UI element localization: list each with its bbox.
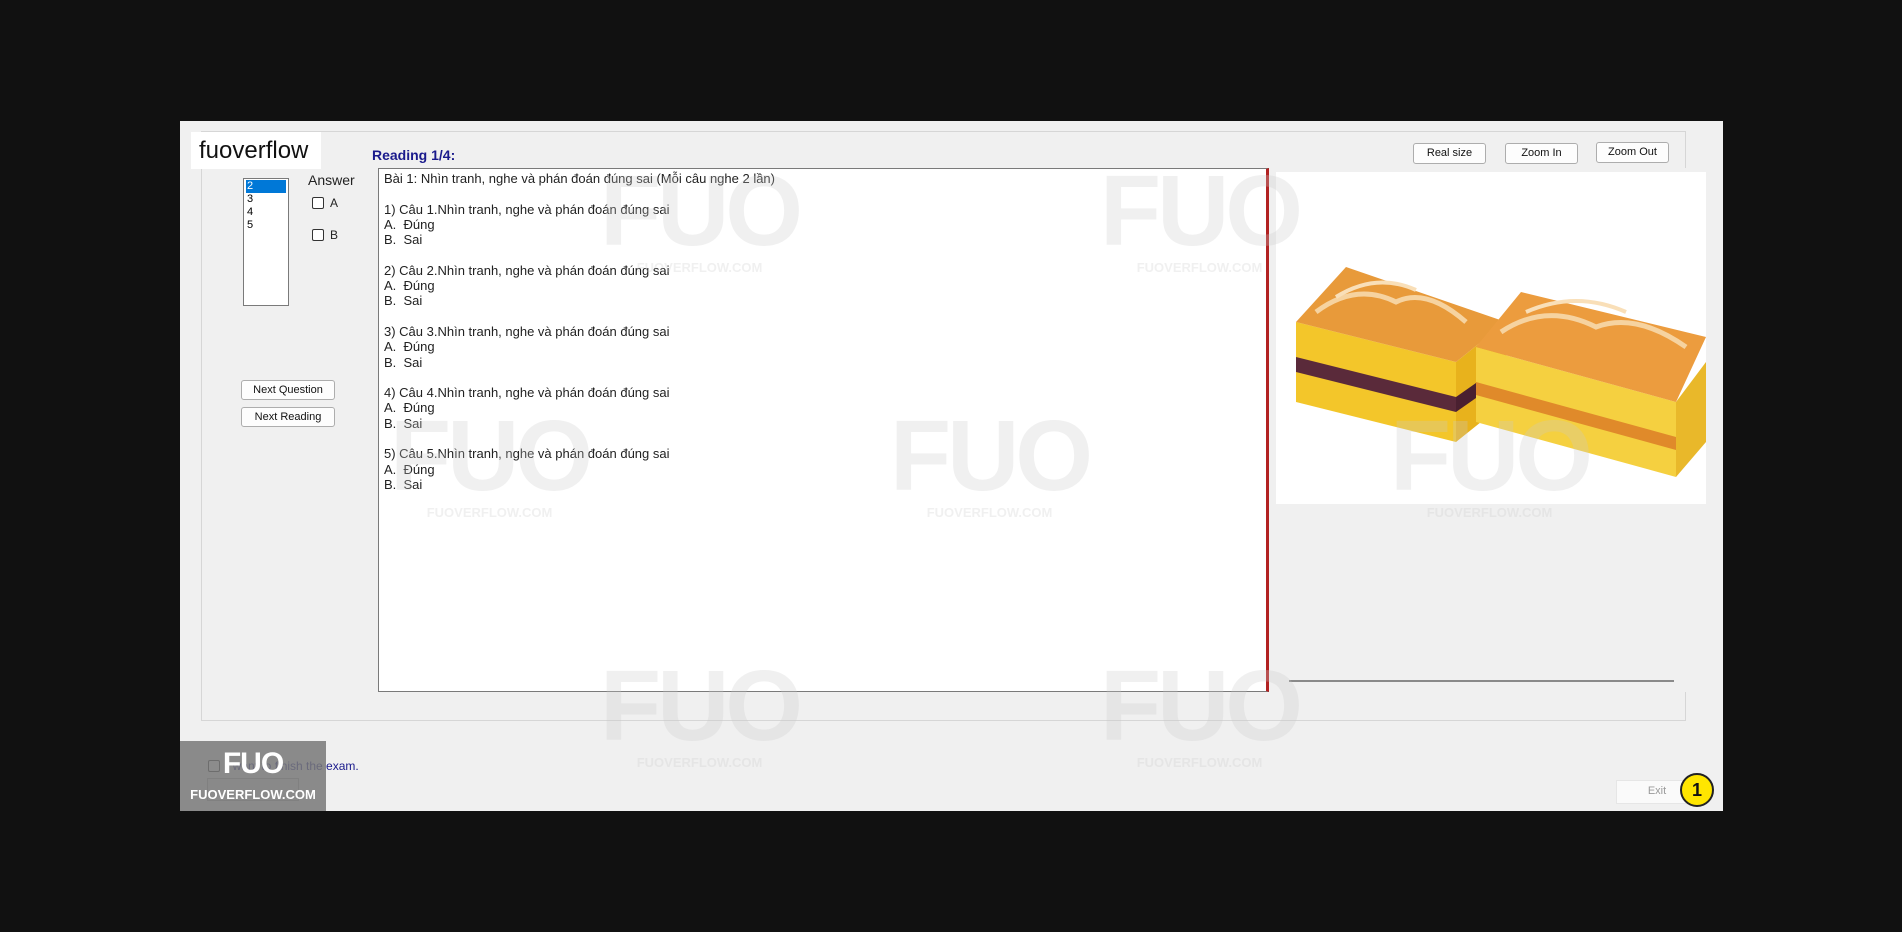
question-list-item[interactable]: 4 (244, 206, 288, 219)
reading-line (384, 247, 1261, 262)
fuo-logo: FUO (222, 747, 284, 780)
reading-text-area[interactable]: Bài 1: Nhìn tranh, nghe và phán đoán đún… (378, 168, 1269, 692)
question-list-item-selected[interactable]: 2 (246, 180, 286, 193)
answer-label: Answer (308, 172, 355, 188)
reading-line: Bài 1: Nhìn tranh, nghe và phán đoán đún… (384, 171, 775, 186)
question-list[interactable]: 2 3 4 5 (243, 178, 289, 306)
image-panel (1270, 168, 1707, 692)
question-list-item[interactable]: 3 (244, 193, 288, 206)
exam-window: fuoverflow Answer 2 3 4 5 A B Next Quest… (180, 121, 1723, 811)
next-reading-button[interactable]: Next Reading (241, 407, 335, 427)
reading-title: Reading 1/4: (372, 147, 456, 163)
reading-line: A. Đúng (384, 461, 435, 477)
brand-label: fuoverflow (191, 132, 321, 169)
reading-line: B. Sai (384, 293, 423, 309)
reading-line: A. Đúng (384, 278, 435, 294)
reading-line: 2) Câu 2.Nhìn tranh, nghe và phán đoán đ… (384, 262, 670, 278)
real-size-button[interactable]: Real size (1413, 143, 1486, 164)
reading-line (384, 370, 1261, 385)
answer-option-a-label: A (330, 196, 339, 210)
reading-line (384, 431, 1261, 446)
answer-option-b-label: B (330, 228, 339, 242)
reading-line (384, 186, 1261, 201)
answer-option-a[interactable]: A (312, 196, 338, 210)
exam-content-group: Answer 2 3 4 5 A B Next Question Next Re… (201, 131, 1707, 721)
cake-image (1276, 172, 1706, 504)
fuo-site-label: FUOVERFLOW.COM (190, 787, 316, 802)
reading-line: 5) Câu 5.Nhìn tranh, nghe và phán đoán đ… (384, 446, 670, 462)
checkbox-b[interactable] (312, 229, 324, 241)
reading-line: B. Sai (384, 415, 423, 431)
image-horizontal-scrollbar[interactable] (1289, 680, 1674, 682)
reading-line: 3) Câu 3.Nhìn tranh, nghe và phán đoán đ… (384, 323, 670, 339)
next-question-button[interactable]: Next Question (241, 380, 335, 400)
zoom-out-button[interactable]: Zoom Out (1596, 142, 1669, 163)
zoom-in-button[interactable]: Zoom In (1505, 143, 1578, 164)
reading-line: B. Sai (384, 354, 423, 370)
reading-line: A. Đúng (384, 339, 435, 355)
reading-line (384, 309, 1261, 324)
fuo-logo-badge: FUO FUOVERFLOW.COM (180, 741, 326, 811)
answer-option-b[interactable]: B (312, 228, 338, 242)
reading-line: A. Đúng (384, 216, 435, 232)
reading-line: B. Sai (384, 476, 423, 492)
annotation-marker: 1 (1680, 773, 1714, 807)
question-list-item[interactable]: 5 (244, 219, 288, 232)
reading-line: B. Sai (384, 232, 423, 248)
reading-line: A. Đúng (384, 400, 435, 416)
checkbox-a[interactable] (312, 197, 324, 209)
reading-line: 4) Câu 4.Nhìn tranh, nghe và phán đoán đ… (384, 385, 670, 401)
cake-illustration (1296, 267, 1706, 477)
reading-line: 1) Câu 1.Nhìn tranh, nghe và phán đoán đ… (384, 201, 670, 217)
